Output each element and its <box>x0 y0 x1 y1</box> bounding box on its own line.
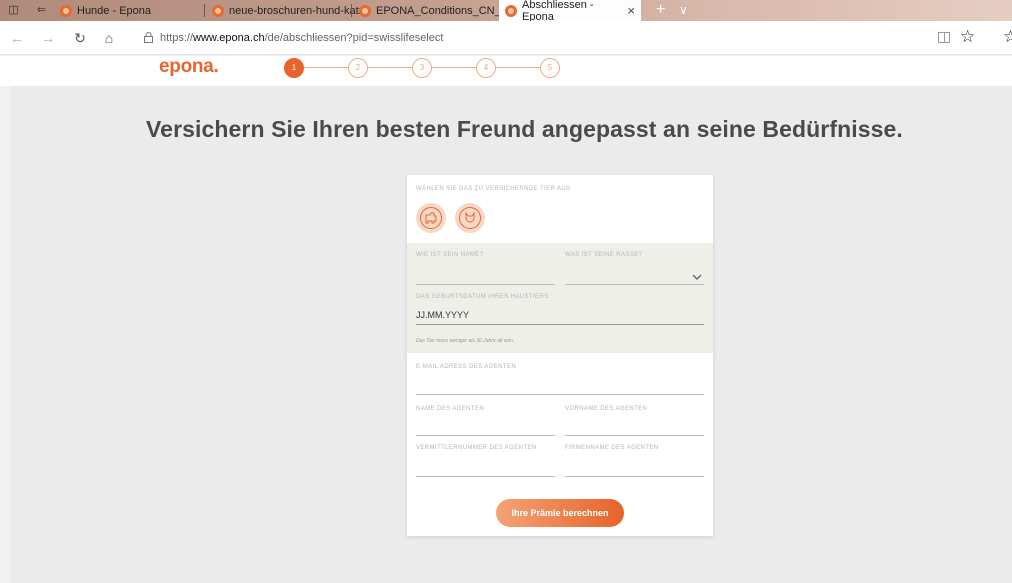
tab-actions-icon[interactable]: ◫ <box>7 4 20 16</box>
url-prefix: https:// <box>160 32 194 44</box>
step-connector <box>368 67 412 68</box>
dog-icon <box>425 212 437 224</box>
lock-icon <box>144 32 153 43</box>
animal-selection-section: WÄHLEN SIE DAS ZU VERSICHERNDE TIER AUS <box>407 175 713 243</box>
epona-favicon-icon <box>212 4 224 17</box>
agent-firstname-label: VORNAME DES AGENTEN <box>565 406 648 412</box>
browser-tab-broschuren[interactable]: neue-broschuren-hund-katz <box>206 0 370 21</box>
back-arrow-icon[interactable]: ← <box>9 30 25 46</box>
agent-firstname-input[interactable] <box>565 435 704 436</box>
breed-label: WAS IST SEINE RASSE? <box>565 252 643 258</box>
url-field[interactable]: https://www.epona.ch/de/abschliessen?pid… <box>160 32 443 44</box>
close-tab-icon[interactable]: × <box>627 3 635 18</box>
forward-arrow-icon[interactable]: → <box>40 30 56 46</box>
breed-select[interactable] <box>565 284 704 285</box>
tab-label: neue-broschuren-hund-katz <box>229 4 365 17</box>
pet-name-label: WIE IST SEIN NAME? <box>416 252 484 258</box>
calculate-premium-button[interactable]: Ihre Prämie berechnen <box>496 499 624 527</box>
step-2: 2 <box>348 58 368 78</box>
step-connector <box>496 67 540 68</box>
tab-list-chevron-icon[interactable]: ∨ <box>679 0 688 21</box>
birthdate-input-value[interactable]: JJ.MM.YYYY <box>416 310 469 320</box>
agent-company-label: FIRMENNAME DES AGENTEN <box>565 445 659 451</box>
dog-option-button[interactable] <box>416 203 446 233</box>
cat-icon <box>465 211 475 223</box>
new-tab-button[interactable]: + <box>656 0 665 21</box>
epona-favicon-icon <box>505 4 517 17</box>
step-connector <box>304 67 348 68</box>
set-aside-tabs-icon[interactable]: ⇐ <box>35 4 48 16</box>
epona-favicon-icon <box>359 4 371 17</box>
step-4: 4 <box>476 58 496 78</box>
animal-select-label: WÄHLEN SIE DAS ZU VERSICHERNDE TIER AUS <box>416 186 571 192</box>
browser-address-bar: ← → ↻ ⌂ https://www.epona.ch/de/abschlie… <box>0 21 1012 55</box>
epona-logo[interactable]: epona. <box>159 56 219 78</box>
home-icon[interactable]: ⌂ <box>101 30 117 46</box>
tab-separator <box>204 4 205 17</box>
refresh-icon[interactable]: ↻ <box>72 30 88 46</box>
epona-favicon-icon <box>60 4 72 17</box>
insurance-form-card: WÄHLEN SIE DAS ZU VERSICHERNDE TIER AUS … <box>407 175 713 536</box>
tab-label: Abschliessen - Epona <box>522 0 594 23</box>
browser-tab-hunde[interactable]: Hunde - Epona <box>54 0 157 21</box>
agent-number-input[interactable] <box>416 476 555 477</box>
step-1: 1 <box>284 58 304 78</box>
favorite-star-icon[interactable]: ☆ <box>960 27 975 47</box>
tab-separator <box>351 4 352 17</box>
agent-name-label: NAME DES AGENTEN <box>416 406 485 412</box>
browser-tab-bar: ◫ ⇐ Hunde - Epona neue-broschuren-hund-k… <box>0 0 1012 23</box>
agent-email-label: E-MAIL ADRESS DES AGENTEN <box>416 364 517 370</box>
cat-option-button[interactable] <box>455 203 485 233</box>
url-domain: www.epona.ch <box>193 32 265 44</box>
step-5: 5 <box>540 58 560 78</box>
agent-company-input[interactable] <box>565 476 704 477</box>
reading-view-icon[interactable] <box>938 32 950 43</box>
pet-name-input[interactable] <box>416 284 555 285</box>
agent-name-input[interactable] <box>416 435 555 436</box>
url-path: /de/abschliessen?pid=swisslifeselect <box>264 32 444 44</box>
birthdate-input[interactable] <box>416 324 704 325</box>
page-title: Versichern Sie Ihren besten Freund angep… <box>146 116 903 142</box>
browser-tab-abschliessen[interactable]: Abschliessen - Epona × <box>499 0 641 23</box>
step-connector <box>432 67 476 68</box>
chevron-down-icon[interactable] <box>692 273 702 281</box>
birthdate-hint: Das Tier muss weniger als 30 Jahre alt s… <box>416 338 515 344</box>
favorites-list-icon[interactable]: ☆ <box>1003 27 1012 47</box>
tab-label: Hunde - Epona <box>77 4 151 17</box>
agent-email-input[interactable] <box>416 394 704 395</box>
agent-number-label: VERMITTLERNUMMER DES AGENTEN <box>416 445 537 451</box>
progress-steps: 1 2 3 4 5 <box>284 58 574 78</box>
step-3: 3 <box>412 58 432 78</box>
birthdate-label: DAS GEBURTSDATUM IHRES HAUSTIERS <box>416 294 549 300</box>
site-header: epona. 1 2 3 4 5 <box>0 56 1012 86</box>
